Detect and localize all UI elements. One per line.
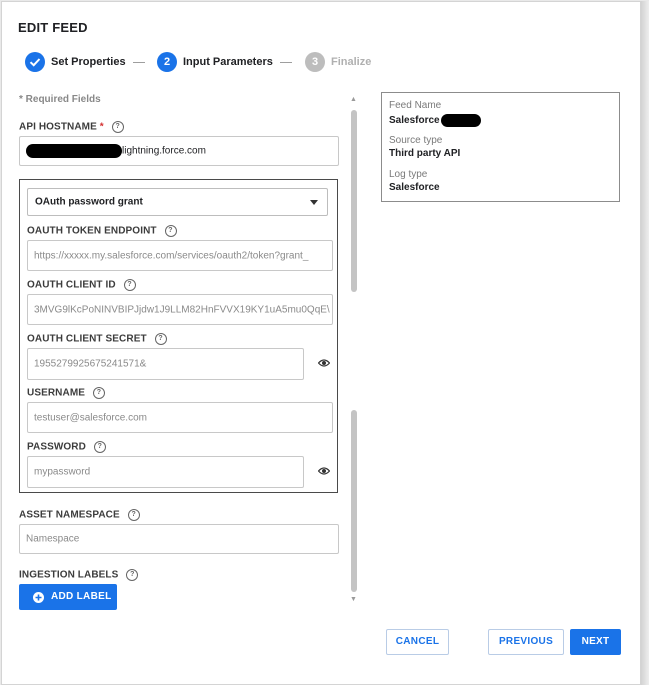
help-circle-icon[interactable]: ? bbox=[123, 279, 136, 291]
check-icon bbox=[29, 58, 41, 67]
api-hostname-input[interactable]: lightning.force.com bbox=[19, 136, 339, 166]
scroll-thumb[interactable] bbox=[351, 110, 357, 292]
api-hostname-value: lightning.force.com bbox=[122, 145, 206, 157]
step-3-label: Finalize bbox=[331, 56, 372, 68]
oauth-token-endpoint-input[interactable]: https://xxxxx.my.salesforce.com/services… bbox=[27, 240, 333, 271]
log-type-value: Salesforce bbox=[389, 182, 440, 193]
feed-name-label: Feed Name bbox=[389, 100, 442, 111]
oauth-client-secret-label-text: OAUTH CLIENT SECRET bbox=[27, 333, 147, 345]
step-connector bbox=[133, 62, 145, 63]
asset-namespace-input[interactable]: Namespace bbox=[19, 524, 339, 554]
required-fields-note: * Required Fields bbox=[19, 94, 101, 105]
step-1-complete-icon bbox=[25, 52, 45, 72]
username-placeholder: testuser@salesforce.com bbox=[34, 412, 147, 423]
step-2-number: 2 bbox=[157, 52, 177, 72]
dialog-shadow bbox=[640, 1, 649, 685]
step-connector bbox=[280, 62, 292, 63]
oauth-client-secret-placeholder: 1955279925675241571& bbox=[34, 358, 147, 370]
ingestion-labels-label-text: INGESTION LABELS bbox=[19, 569, 119, 581]
add-label-text: ADD LABEL bbox=[51, 591, 112, 602]
previous-button[interactable]: PREVIOUS bbox=[488, 629, 564, 655]
oauth-client-secret-input[interactable]: 1955279925675241571& bbox=[27, 348, 304, 380]
required-mark: * bbox=[99, 121, 104, 133]
username-label: USERNAME ? bbox=[27, 387, 105, 399]
password-label: PASSWORD ? bbox=[27, 441, 106, 453]
password-input[interactable]: mypassword bbox=[27, 456, 304, 488]
add-label-button[interactable]: ADD LABEL bbox=[19, 584, 117, 610]
api-hostname-label-text: API HOSTNAME bbox=[19, 121, 97, 133]
help-circle-icon[interactable]: ? bbox=[92, 387, 105, 399]
password-label-text: PASSWORD bbox=[27, 441, 86, 453]
log-type-label: Log type bbox=[389, 169, 428, 180]
scroll-down-icon[interactable]: ▼ bbox=[350, 596, 357, 603]
auth-type-select[interactable]: OAuth password grant bbox=[27, 188, 328, 216]
scroll-up-icon[interactable]: ▲ bbox=[350, 96, 357, 103]
oauth-token-endpoint-placeholder: https://xxxxx.my.salesforce.com/services… bbox=[34, 250, 309, 261]
help-circle-icon[interactable]: ? bbox=[126, 569, 139, 581]
step-2-label: Input Parameters bbox=[183, 56, 273, 68]
help-circle-icon[interactable]: ? bbox=[127, 509, 140, 521]
redacted-block bbox=[440, 114, 481, 127]
source-type-value: Third party API bbox=[389, 148, 461, 159]
step-1-label: Set Properties bbox=[51, 56, 126, 68]
asset-namespace-label-text: ASSET NAMESPACE bbox=[19, 509, 120, 521]
help-circle-icon[interactable]: ? bbox=[111, 121, 124, 133]
caret-down-icon bbox=[310, 200, 318, 205]
redacted-block bbox=[26, 144, 122, 158]
ingestion-labels-label: INGESTION LABELS ? bbox=[19, 569, 139, 581]
feed-name-value: Salesforce bbox=[389, 115, 440, 127]
oauth-token-endpoint-label-text: OAUTH TOKEN ENDPOINT bbox=[27, 225, 157, 237]
password-placeholder: mypassword bbox=[34, 466, 91, 478]
api-hostname-label: API HOSTNAME * ? bbox=[19, 121, 124, 133]
oauth-client-secret-label: OAUTH CLIENT SECRET ? bbox=[27, 333, 167, 345]
username-input[interactable]: testuser@salesforce.com bbox=[27, 402, 333, 433]
help-circle-icon[interactable]: ? bbox=[93, 441, 106, 453]
oauth-token-endpoint-label: OAUTH TOKEN ENDPOINT ? bbox=[27, 225, 177, 237]
cancel-button[interactable]: CANCEL bbox=[386, 629, 449, 655]
help-circle-icon[interactable]: ? bbox=[154, 333, 167, 345]
auth-type-value: OAuth password grant bbox=[35, 196, 143, 208]
step-3-number: 3 bbox=[305, 52, 325, 72]
eye-icon[interactable] bbox=[318, 358, 330, 368]
scroll-thumb[interactable] bbox=[351, 410, 357, 592]
feed-name-value-row: Salesforce bbox=[389, 114, 481, 127]
username-label-text: USERNAME bbox=[27, 387, 86, 399]
help-circle-icon[interactable]: ? bbox=[164, 225, 177, 237]
eye-icon[interactable] bbox=[318, 466, 330, 476]
next-button[interactable]: NEXT bbox=[570, 629, 621, 655]
oauth-client-id-input[interactable]: 3MVG9lKcPoNINVBIPJjdw1J9LLM82HnFVVX19KY1… bbox=[27, 294, 333, 325]
asset-namespace-label: ASSET NAMESPACE ? bbox=[19, 509, 140, 521]
feed-summary-panel: Feed Name Salesforce Source type Third p… bbox=[381, 92, 620, 202]
oauth-client-id-placeholder: 3MVG9lKcPoNINVBIPJjdw1J9LLM82HnFVVX19KY1… bbox=[34, 304, 330, 315]
plus-circle-icon bbox=[33, 592, 44, 603]
asset-namespace-placeholder: Namespace bbox=[26, 533, 80, 545]
source-type-label: Source type bbox=[389, 135, 443, 146]
oauth-client-id-label-text: OAUTH CLIENT ID bbox=[27, 279, 116, 291]
dialog-title: EDIT FEED bbox=[18, 20, 88, 35]
oauth-client-id-label: OAUTH CLIENT ID ? bbox=[27, 279, 136, 291]
